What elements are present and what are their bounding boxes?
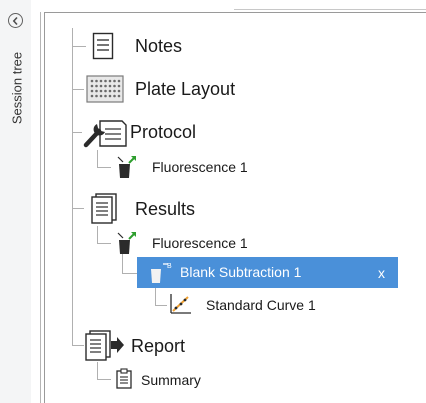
tree-item-plate-layout[interactable]: Plate Layout bbox=[135, 79, 235, 100]
close-button[interactable]: x bbox=[378, 265, 385, 281]
tree-item-report[interactable]: Report bbox=[131, 336, 185, 357]
summary-icon bbox=[116, 368, 132, 389]
session-tree-tab-label[interactable]: Session tree bbox=[10, 52, 25, 124]
tree-sub-fluor-h bbox=[122, 273, 138, 274]
tree-sub-report-v bbox=[97, 362, 98, 379]
chevron-left-icon bbox=[12, 16, 18, 25]
tree-item-summary[interactable]: Summary bbox=[141, 372, 201, 388]
protocol-icon bbox=[83, 120, 127, 148]
tree-sub-blank-h bbox=[155, 305, 167, 306]
tree-branch-report bbox=[72, 345, 84, 346]
tree-sub-report-h bbox=[97, 379, 111, 380]
tree-item-standard-curve[interactable]: Standard Curve 1 bbox=[206, 297, 316, 313]
tree-sub-protocol-v bbox=[97, 150, 98, 167]
standard-curve-icon bbox=[170, 294, 191, 314]
tree-item-results[interactable]: Results bbox=[135, 199, 195, 220]
tree-branch-notes bbox=[72, 46, 86, 47]
report-icon bbox=[85, 330, 124, 361]
tree-branch-protocol bbox=[72, 132, 82, 133]
tree-branch-results bbox=[72, 208, 84, 209]
tree-item-protocol[interactable]: Protocol bbox=[130, 122, 196, 143]
tree-item-notes[interactable]: Notes bbox=[135, 36, 182, 57]
tree-branch-plate bbox=[72, 89, 84, 90]
tree-sub-protocol-h bbox=[97, 167, 111, 168]
collapse-panel-button[interactable] bbox=[8, 13, 23, 28]
top-divider bbox=[234, 9, 426, 10]
blank-subtraction-icon: B bbox=[151, 263, 172, 283]
tree-sub-results-v bbox=[97, 226, 98, 243]
notes-icon bbox=[92, 32, 114, 60]
blank-subtraction-label: Blank Subtraction 1 bbox=[180, 264, 302, 280]
panel-separator bbox=[40, 12, 41, 403]
tree-sub-blank-v bbox=[155, 288, 156, 305]
svg-text:B: B bbox=[167, 263, 172, 270]
fluorescence-icon bbox=[117, 156, 136, 178]
tree-item-protocol-fluorescence[interactable]: Fluorescence 1 bbox=[152, 159, 248, 175]
tree-item-results-fluorescence[interactable]: Fluorescence 1 bbox=[152, 235, 248, 251]
fluorescence-icon bbox=[117, 232, 136, 254]
tree-sub-results-h bbox=[97, 243, 111, 244]
tree-trunk-line bbox=[72, 28, 73, 346]
plate-layout-icon bbox=[86, 75, 124, 103]
results-icon bbox=[91, 193, 117, 224]
